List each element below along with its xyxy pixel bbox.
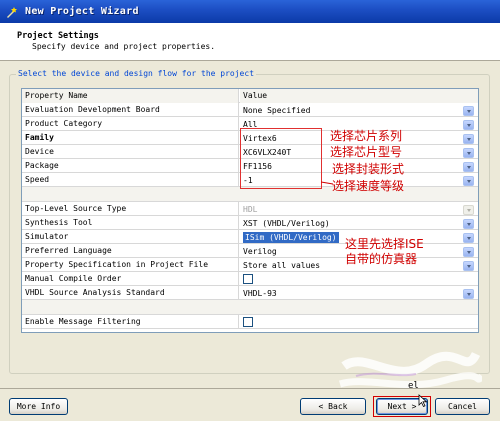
annotation-simulator-2: 自带的仿真器 <box>345 252 418 266</box>
annotation-device: 选择芯片型号 <box>330 145 403 159</box>
row-label: Simulator <box>22 230 239 244</box>
chevron-down-icon[interactable] <box>463 247 474 257</box>
row-label: Preferred Language <box>22 244 239 258</box>
select-value: VHDL-93 <box>243 289 277 298</box>
row-label: Top-Level Source Type <box>22 202 239 216</box>
select-value: XST (VHDL/Verilog) <box>243 219 330 228</box>
top-level-source-select: HDL <box>239 203 476 215</box>
row-evaluation-board: Evaluation Development Board None Specif… <box>22 103 478 117</box>
select-value: HDL <box>243 205 258 214</box>
window-title: New Project Wizard <box>25 6 139 17</box>
chevron-down-icon <box>463 205 474 215</box>
select-value: None Specified <box>243 106 311 115</box>
row-label: VHDL Source Analysis Standard <box>22 286 239 300</box>
wizard-icon <box>7 6 17 18</box>
chevron-down-icon[interactable] <box>463 261 474 271</box>
annotation-package: 选择封装形式 <box>332 162 405 176</box>
annotation-family: 选择芯片系列 <box>330 129 403 143</box>
row-label: Product Category <box>22 117 239 131</box>
chevron-down-icon[interactable] <box>463 134 474 144</box>
pointer-line <box>321 181 334 185</box>
synthesis-tool-select[interactable]: XST (VHDL/Verilog) <box>239 217 476 229</box>
partial-button-text: el <box>408 381 419 391</box>
more-info-button[interactable]: More Info <box>9 398 68 415</box>
annotation-speed: 选择速度等级 <box>332 179 405 193</box>
header-property: Property Name <box>22 89 239 103</box>
row-label: Evaluation Development Board <box>22 103 239 117</box>
row-label: Property Specification in Project File <box>22 258 239 272</box>
row-synthesis-tool: Synthesis Tool XST (VHDL/Verilog) <box>22 216 478 230</box>
chevron-down-icon[interactable] <box>463 219 474 229</box>
chevron-down-icon[interactable] <box>463 106 474 116</box>
page-title: Project Settings <box>17 31 99 41</box>
grid-header: Property Name Value <box>22 89 478 103</box>
select-value: Verilog <box>243 247 277 256</box>
evaluation-board-select[interactable]: None Specified <box>239 104 476 116</box>
cursor-icon <box>418 394 428 407</box>
select-value: Store all values <box>243 261 321 270</box>
row-vhdl-standard: VHDL Source Analysis Standard VHDL-93 <box>22 286 478 300</box>
chevron-down-icon[interactable] <box>463 289 474 299</box>
property-grid: Property Name Value Evaluation Developme… <box>21 88 479 333</box>
chevron-down-icon[interactable] <box>463 233 474 243</box>
row-label: Device <box>22 145 239 159</box>
row-label: Enable Message Filtering <box>22 315 239 329</box>
chevron-down-icon[interactable] <box>463 120 474 130</box>
row-label: Package <box>22 159 239 173</box>
row-separator <box>22 300 478 315</box>
group-legend: Select the device and design flow for th… <box>16 69 257 78</box>
cancel-button[interactable]: Cancel <box>435 398 490 415</box>
footer-divider <box>0 388 500 389</box>
row-message-filtering: Enable Message Filtering <box>22 315 478 329</box>
row-separator <box>22 187 478 202</box>
select-value: ISim (VHDL/Verilog) <box>243 232 339 243</box>
manual-compile-order-checkbox[interactable] <box>243 274 253 284</box>
row-label: Synthesis Tool <box>22 216 239 230</box>
message-filtering-checkbox[interactable] <box>243 317 253 327</box>
highlight-box <box>240 128 322 189</box>
back-button[interactable]: < Back <box>300 398 366 415</box>
row-top-level-source: Top-Level Source Type HDL <box>22 202 478 216</box>
row-label: Speed <box>22 173 239 187</box>
page-subtitle: Specify device and project properties. <box>32 42 216 51</box>
header-value: Value <box>240 89 478 103</box>
chevron-down-icon[interactable] <box>463 148 474 158</box>
title-bar: New Project Wizard <box>0 0 500 23</box>
chevron-down-icon[interactable] <box>463 176 474 186</box>
wizard-header: Project Settings Specify device and proj… <box>0 23 500 61</box>
row-manual-compile-order: Manual Compile Order <box>22 272 478 286</box>
vhdl-standard-select[interactable]: VHDL-93 <box>239 287 476 299</box>
chevron-down-icon[interactable] <box>463 162 474 172</box>
row-label: Manual Compile Order <box>22 272 239 286</box>
row-label: Family <box>22 131 239 145</box>
